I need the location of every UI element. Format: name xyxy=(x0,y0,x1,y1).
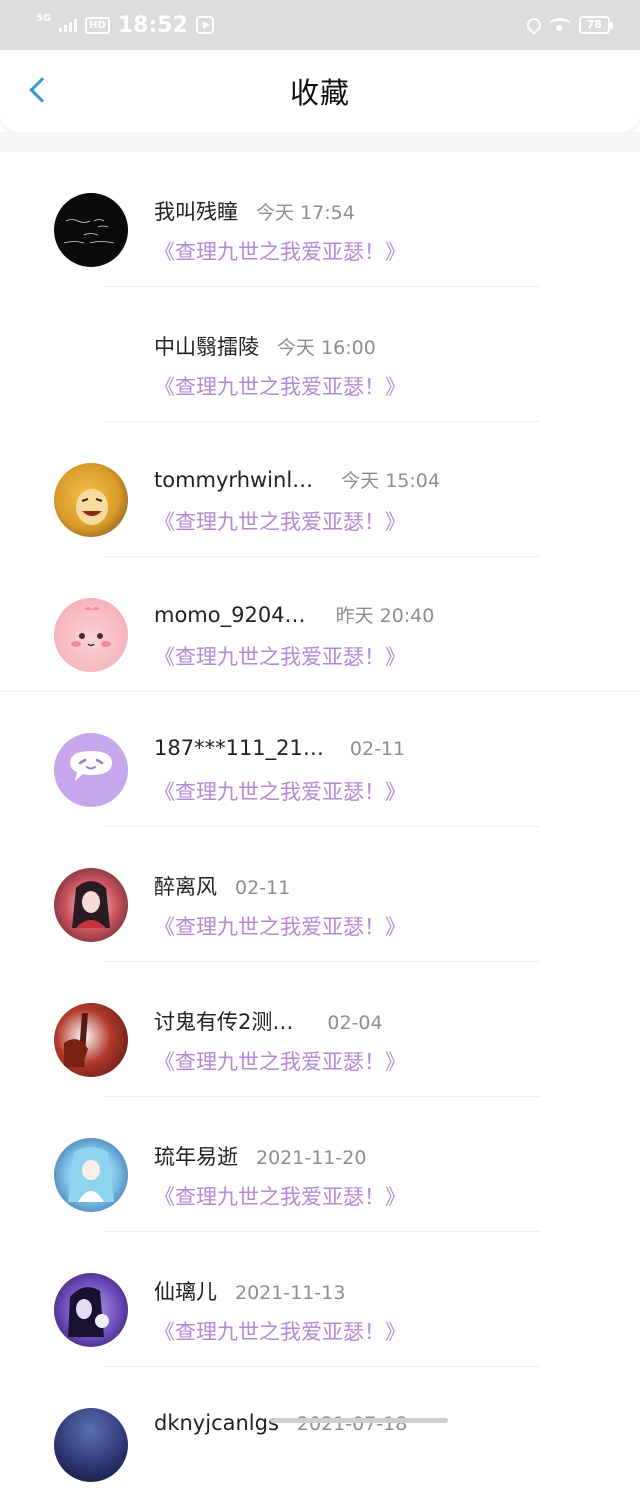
user-name[interactable]: 讨鬼有传2测… xyxy=(154,1006,293,1036)
user-name[interactable]: 我叫残瞳 xyxy=(154,196,238,226)
list-item[interactable]: momo_9204… 昨天 20:40 《查理九世之我爱亚瑟！》 xyxy=(0,557,640,692)
item-header: 我叫残瞳 今天 17:54 xyxy=(154,196,355,226)
user-name[interactable]: 187***111_21… xyxy=(154,736,324,760)
book-title[interactable]: 《查理九世之我爱亚瑟！》 xyxy=(154,641,406,671)
avatar[interactable] xyxy=(54,193,128,267)
list-item[interactable]: 187***111_21… 02-11 《查理九世之我爱亚瑟！》 xyxy=(0,692,640,827)
avatar[interactable] xyxy=(54,1138,128,1212)
item-header: 讨鬼有传2测… 02-04 xyxy=(154,1006,383,1036)
timestamp: 2021-07-18 xyxy=(296,1413,408,1435)
book-title[interactable]: 《查理九世之我爱亚瑟！》 xyxy=(154,1181,406,1211)
status-left: 5G HD 18:52 xyxy=(36,13,214,38)
network-type: 5G xyxy=(36,13,52,24)
item-header: momo_9204… 昨天 20:40 xyxy=(154,601,434,628)
item-header: 187***111_21… 02-11 xyxy=(154,736,405,760)
avatar[interactable] xyxy=(54,1408,128,1482)
page-title: 收藏 xyxy=(289,76,350,110)
chevron-left-icon xyxy=(29,77,55,103)
avatar[interactable] xyxy=(54,1273,128,1347)
list-item[interactable]: 琉年易逝 2021-11-20 《查理九世之我爱亚瑟！》 xyxy=(0,1097,640,1232)
item-header: 仙璃儿 2021-11-13 xyxy=(154,1276,345,1306)
page-header: 收藏 xyxy=(0,50,640,132)
book-title[interactable]: 《查理九世之我爱亚瑟！》 xyxy=(154,776,406,806)
battery-icon: 78 xyxy=(578,16,614,34)
user-name[interactable]: 琉年易逝 xyxy=(154,1141,238,1171)
avatar[interactable] xyxy=(54,868,128,942)
list-item[interactable]: 我叫残瞳 今天 17:54 《查理九世之我爱亚瑟！》 xyxy=(0,152,640,287)
status-bar: 5G HD 18:52 78 xyxy=(0,0,640,50)
item-header: 中山翳擂陵 今天 16:00 xyxy=(154,331,376,361)
favorites-list: 我叫残瞳 今天 17:54 《查理九世之我爱亚瑟！》 中山翳擂陵 今天 16:0… xyxy=(0,152,640,1502)
user-name[interactable]: tommyrhwinl… xyxy=(154,468,313,492)
book-title[interactable]: 《查理九世之我爱亚瑟！》 xyxy=(154,506,406,536)
timestamp: 今天 16:00 xyxy=(277,337,376,359)
chat-bubble-icon xyxy=(70,751,112,781)
timestamp: 02-11 xyxy=(349,738,406,760)
book-title[interactable]: 《查理九世之我爱亚瑟！》 xyxy=(154,1316,406,1346)
hd-badge: HD xyxy=(85,16,110,34)
list-item[interactable]: 仙璃儿 2021-11-13 《查理九世之我爱亚瑟！》 xyxy=(0,1232,640,1367)
header-separator xyxy=(0,132,640,152)
status-time: 18:52 xyxy=(117,12,188,38)
list-item[interactable]: 醉离风 02-11 《查理九世之我爱亚瑟！》 xyxy=(0,827,640,962)
book-title[interactable]: 《查理九世之我爱亚瑟！》 xyxy=(154,236,406,266)
list-item[interactable]: dknyjcanlgs 2021-07-18 xyxy=(0,1367,640,1502)
book-title[interactable]: 《查理九世之我爱亚瑟！》 xyxy=(154,911,406,941)
book-title[interactable]: 《查理九世之我爱亚瑟！》 xyxy=(154,371,406,401)
timestamp: 今天 15:04 xyxy=(341,470,440,492)
timestamp: 昨天 20:40 xyxy=(335,605,435,627)
wifi-icon xyxy=(548,18,571,32)
timestamp: 2021-11-20 xyxy=(256,1147,367,1169)
timestamp: 2021-11-13 xyxy=(235,1282,346,1304)
avatar[interactable] xyxy=(54,463,128,537)
back-button[interactable] xyxy=(20,72,56,108)
signal-icon xyxy=(59,18,78,32)
timestamp: 02-04 xyxy=(327,1012,383,1034)
item-header: dknyjcanlgs 2021-07-18 xyxy=(154,1411,407,1435)
location-icon xyxy=(523,15,544,35)
user-name[interactable]: 醉离风 xyxy=(154,871,217,901)
timestamp: 02-11 xyxy=(235,877,291,899)
avatar[interactable] xyxy=(54,1003,128,1077)
user-name[interactable]: 中山翳擂陵 xyxy=(154,331,259,361)
list-item[interactable]: 中山翳擂陵 今天 16:00 《查理九世之我爱亚瑟！》 xyxy=(0,287,640,422)
list-item[interactable]: 讨鬼有传2测… 02-04 《查理九世之我爱亚瑟！》 xyxy=(0,962,640,1097)
avatar[interactable] xyxy=(54,598,128,672)
user-name[interactable]: 仙璃儿 xyxy=(154,1276,217,1306)
item-header: 琉年易逝 2021-11-20 xyxy=(154,1141,366,1171)
user-name[interactable]: momo_9204… xyxy=(154,603,306,627)
book-title[interactable]: 《查理九世之我爱亚瑟！》 xyxy=(154,1046,406,1076)
play-icon xyxy=(195,16,214,34)
home-indicator[interactable] xyxy=(270,1418,448,1423)
user-name[interactable]: dknyjcanlgs xyxy=(154,1411,279,1435)
timestamp: 今天 17:54 xyxy=(256,202,355,224)
item-header: 醉离风 02-11 xyxy=(154,871,290,901)
item-header: tommyrhwinl… 今天 15:04 xyxy=(154,466,440,493)
avatar[interactable] xyxy=(54,733,128,807)
status-right: 78 xyxy=(523,15,614,35)
list-item[interactable]: tommyrhwinl… 今天 15:04 《查理九世之我爱亚瑟！》 xyxy=(0,422,640,557)
